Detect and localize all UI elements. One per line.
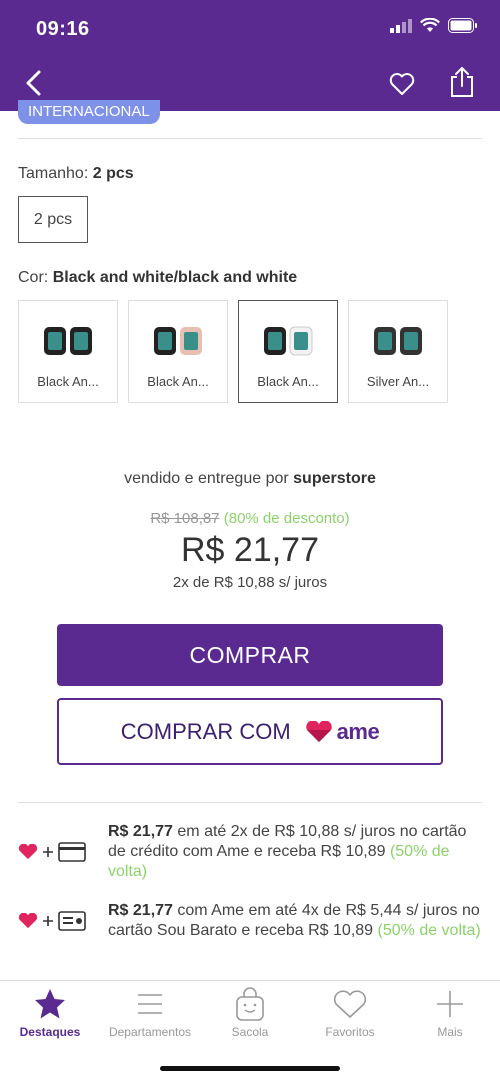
color-label: Cor: (18, 269, 49, 286)
menu-icon (138, 994, 162, 1014)
tab-label: Favoritos (325, 1025, 375, 1039)
seller-prefix: vendido e entregue por (124, 470, 289, 487)
offer-text: R$ 21,77 com Ame em até 4x de R$ 5,44 s/… (108, 901, 482, 941)
tab-departamentos[interactable]: Departamentos (100, 987, 200, 1039)
tab-destaques[interactable]: Destaques (0, 987, 100, 1039)
plus-small-icon (43, 847, 53, 857)
swatch-label: Black An... (37, 374, 99, 389)
cashback-label: (50% de volta) (377, 922, 481, 939)
color-label-row: Cor: Black and white/black and white (18, 269, 297, 287)
offer-item: R$ 21,77 em até 2x de R$ 10,88 s/ juros … (18, 822, 482, 882)
tab-favoritos[interactable]: Favoritos (300, 987, 400, 1039)
color-swatches: Black An... Black An... Black An... Silv… (18, 300, 448, 403)
tab-label: Sacola (231, 1025, 269, 1039)
offer-item: R$ 21,77 com Ame em até 4x de R$ 5,44 s/… (18, 901, 482, 941)
size-label-row: Tamanho: 2 pcs (18, 165, 134, 183)
tab-sacola[interactable]: Sacola (200, 987, 300, 1039)
buy-button[interactable]: COMPRAR (57, 624, 443, 686)
tab-mais[interactable]: Mais (400, 987, 500, 1039)
offer-price: R$ 21,77 (108, 902, 173, 919)
plus-icon (437, 991, 463, 1017)
international-badge: INTERNACIONAL (18, 100, 160, 124)
color-swatch[interactable]: Black An... (18, 300, 118, 403)
battery-icon (448, 18, 477, 33)
installments-text: 2x de R$ 10,88 s/ juros (172, 574, 328, 591)
discount-label: (80% de desconto) (223, 510, 350, 527)
credit-card-icon (58, 842, 86, 862)
ame-logo-text: ame (336, 718, 380, 744)
bag-icon (236, 987, 264, 1021)
smartwatch-image (44, 327, 92, 355)
tab-label: Departamentos (108, 1025, 192, 1039)
buy-with-ame-button[interactable]: COMPRAR COM ame (57, 698, 443, 765)
color-value: Black and white/black and white (52, 269, 298, 286)
color-swatch[interactable]: Silver An... (348, 300, 448, 403)
offer-text: R$ 21,77 em até 2x de R$ 10,88 s/ juros … (108, 822, 482, 882)
ame-heart-icon (18, 844, 38, 860)
signal-icon (390, 18, 412, 33)
heart-icon (333, 990, 367, 1018)
divider (18, 138, 482, 139)
color-swatch-selected[interactable]: Black An... (238, 300, 338, 403)
smartwatch-image (264, 326, 313, 356)
offer-icons (18, 911, 108, 931)
size-label: Tamanho: (18, 165, 89, 182)
smartwatch-image (374, 327, 422, 355)
ame-logo: ame (305, 719, 380, 745)
ame-heart-icon (18, 913, 38, 929)
size-option-2pcs[interactable]: 2 pcs (18, 196, 88, 243)
home-indicator (160, 1066, 340, 1071)
old-price: R$ 108,87 (150, 510, 220, 527)
wifi-icon (420, 18, 440, 32)
star-icon (35, 989, 65, 1019)
chevron-left-icon[interactable] (20, 68, 50, 98)
offer-icons (18, 842, 108, 862)
plus-small-icon (43, 916, 53, 926)
smartwatch-image (154, 327, 202, 355)
tab-label: Mais (437, 1025, 463, 1039)
buy-with-label: COMPRAR COM (120, 718, 291, 744)
offer-price: R$ 21,77 (108, 823, 173, 840)
share-icon[interactable] (448, 66, 476, 98)
status-time: 09:16 (36, 18, 90, 40)
divider (18, 802, 482, 803)
current-price: R$ 21,77 (181, 531, 319, 569)
ame-heart-icon (306, 720, 332, 742)
size-value: 2 pcs (92, 165, 134, 182)
seller-name[interactable]: superstore (293, 470, 376, 487)
swatch-label: Black An... (257, 374, 319, 389)
tab-label: Destaques (19, 1025, 81, 1039)
color-swatch[interactable]: Black An... (128, 300, 228, 403)
old-price-row: R$ 108,87 (80% de desconto) (0, 510, 500, 527)
swatch-label: Silver An... (366, 374, 430, 389)
top-bar: 09:16 (0, 0, 500, 111)
seller-info: vendido e entregue por superstore (0, 470, 500, 488)
swatch-label: Black An... (147, 374, 209, 389)
status-icons (390, 18, 478, 33)
store-card-icon (58, 911, 86, 931)
heart-outline-icon[interactable] (388, 70, 416, 98)
